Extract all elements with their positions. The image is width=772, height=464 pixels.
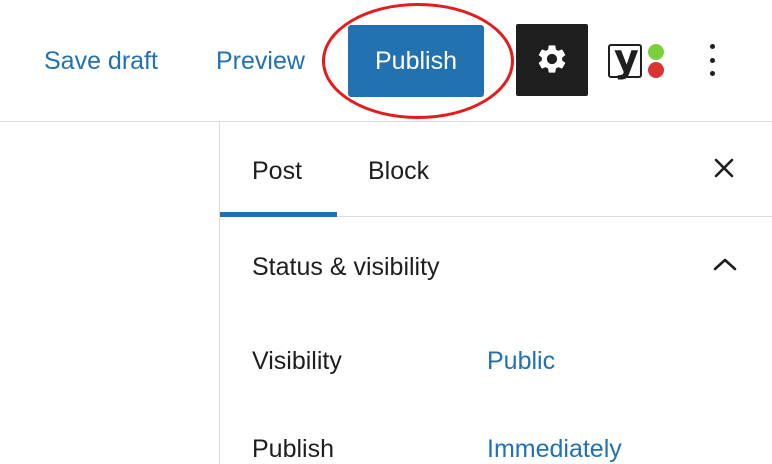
visibility-value-link[interactable]: Public bbox=[487, 344, 555, 378]
tab-post[interactable]: Post bbox=[252, 154, 302, 188]
tab-block[interactable]: Block bbox=[368, 154, 429, 188]
close-icon bbox=[713, 157, 735, 184]
yoast-seo-button[interactable]: y bbox=[600, 36, 672, 84]
publish-date-link[interactable]: Immediately bbox=[487, 432, 622, 464]
visibility-label: Visibility bbox=[252, 347, 342, 375]
vertical-ellipsis-icon-dot bbox=[709, 57, 715, 63]
gear-icon bbox=[535, 42, 569, 79]
collapse-panel-button[interactable] bbox=[710, 254, 740, 278]
preview-button[interactable]: Preview bbox=[216, 44, 305, 78]
status-visibility-panel-toggle[interactable]: Status & visibility bbox=[252, 250, 440, 284]
more-options-button[interactable] bbox=[700, 40, 724, 80]
readability-score-red-dot bbox=[648, 62, 664, 78]
editor-header: Save draft Preview Publish y bbox=[0, 0, 772, 122]
yoast-letter: y bbox=[614, 36, 639, 80]
publish-button[interactable]: Publish bbox=[348, 25, 484, 97]
seo-score-green-dot bbox=[648, 44, 664, 60]
chevron-up-icon bbox=[712, 256, 738, 277]
settings-button[interactable] bbox=[516, 24, 588, 96]
active-tab-indicator bbox=[220, 212, 337, 217]
close-sidebar-button[interactable] bbox=[708, 152, 740, 188]
vertical-ellipsis-icon-dot bbox=[709, 44, 715, 49]
publish-label: Publish bbox=[252, 435, 334, 463]
settings-sidebar: Post Block Status & visibility Visibilit… bbox=[219, 122, 772, 464]
save-draft-button[interactable]: Save draft bbox=[44, 44, 158, 78]
vertical-ellipsis-icon-dot bbox=[709, 71, 715, 76]
sidebar-tabs: Post Block bbox=[220, 122, 772, 217]
